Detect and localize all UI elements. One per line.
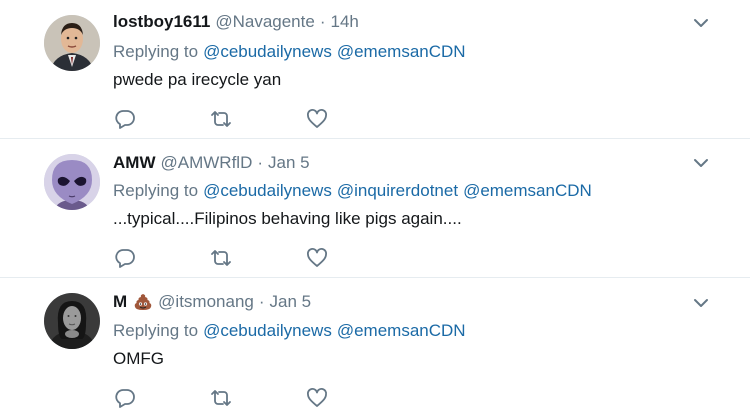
mention-link[interactable]: @ememsanCDN — [337, 321, 466, 340]
avatar[interactable] — [44, 154, 100, 210]
replying-to-label: Replying to — [113, 42, 199, 61]
mention-link[interactable]: @cebudailynews — [203, 181, 332, 200]
mention-link[interactable]: @ememsanCDN — [337, 42, 466, 61]
user-handle[interactable]: @Navagente — [215, 12, 315, 32]
tweet-text: OMFG — [113, 349, 164, 368]
display-name[interactable]: lostboy1611 — [113, 12, 210, 32]
mention-link[interactable]: @ememsanCDN — [463, 181, 592, 200]
tweet[interactable]: AMW @AMWRflD · Jan 5 Replying to @cebudai… — [0, 139, 750, 278]
timestamp[interactable]: Jan 5 — [268, 153, 310, 173]
separator-dot: · — [319, 12, 326, 31]
chevron-down-icon[interactable] — [692, 294, 710, 312]
user-handle[interactable]: @itsmonang — [158, 292, 254, 312]
tweet-replies-timeline: lostboy1611 @Navagente · 14h Replying to… — [0, 0, 750, 413]
tweet-actions — [113, 386, 353, 410]
user-handle[interactable]: @AMWRflD — [160, 153, 252, 173]
replying-to-label: Replying to — [113, 321, 199, 340]
replying-to: Replying to @cebudailynews @ememsanCDN — [113, 42, 466, 62]
poop-emoji-icon — [133, 292, 153, 312]
timestamp[interactable]: Jan 5 — [270, 292, 312, 312]
tweet-text: ...typical....Filipinos behaving like pi… — [113, 209, 462, 228]
display-name[interactable]: AMW — [113, 153, 155, 173]
chevron-down-icon[interactable] — [692, 154, 710, 172]
mention-link[interactable]: @inquirerdotnet — [337, 181, 458, 200]
separator-dot: · — [258, 292, 265, 311]
separator-dot: · — [257, 153, 264, 172]
tweet-header: M @itsmonang · Jan 5 — [113, 290, 311, 314]
chevron-down-icon[interactable] — [692, 14, 710, 32]
display-name[interactable]: M — [113, 292, 127, 312]
tweet-header: lostboy1611 @Navagente · 14h — [113, 10, 359, 34]
retweet-icon[interactable] — [209, 386, 233, 410]
replying-to-label: Replying to — [113, 181, 199, 200]
mona-lisa-avatar-image — [44, 293, 100, 349]
timestamp[interactable]: 14h — [331, 12, 359, 32]
retweet-icon[interactable] — [209, 246, 233, 270]
like-heart-icon[interactable] — [305, 107, 329, 131]
like-heart-icon[interactable] — [305, 246, 329, 270]
tweet-actions — [113, 107, 353, 131]
mention-link[interactable]: @cebudailynews — [203, 321, 332, 340]
avatar[interactable] — [44, 293, 100, 349]
reply-icon[interactable] — [113, 386, 137, 410]
man-in-suit-avatar-image — [44, 15, 100, 71]
tweet-text: pwede pa irecycle yan — [113, 70, 282, 89]
mention-link[interactable]: @cebudailynews — [203, 42, 332, 61]
tweet-header: AMW @AMWRflD · Jan 5 — [113, 151, 310, 175]
replying-to: Replying to @cebudailynews @inquirerdotnet… — [113, 181, 592, 201]
replying-to: Replying to @cebudailynews @ememsanCDN — [113, 321, 466, 341]
tweet-actions — [113, 246, 353, 270]
reply-icon[interactable] — [113, 246, 137, 270]
avatar[interactable] — [44, 15, 100, 71]
alien-avatar-image — [44, 154, 100, 210]
reply-icon[interactable] — [113, 107, 137, 131]
like-heart-icon[interactable] — [305, 386, 329, 410]
tweet[interactable]: M @itsmonang · Jan 5 Replying to @cebudai… — [0, 278, 750, 413]
tweet[interactable]: lostboy1611 @Navagente · 14h Replying to… — [0, 0, 750, 139]
retweet-icon[interactable] — [209, 107, 233, 131]
